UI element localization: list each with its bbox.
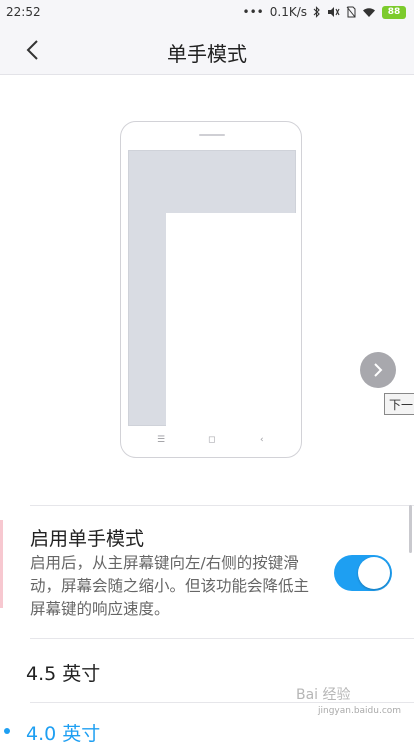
phone-screen [128, 150, 297, 427]
one-hand-mode-toggle[interactable] [334, 555, 392, 591]
divider [30, 702, 414, 703]
next-button[interactable] [360, 352, 396, 388]
page-title: 单手模式 [167, 42, 247, 66]
divider [30, 505, 414, 506]
header-divider [0, 74, 414, 75]
next-tooltip: 下一 [384, 393, 414, 415]
status-time: 22:52 [6, 5, 41, 19]
home-icon: ◻ [208, 435, 216, 445]
baidu-watermark: Bai 经验 [296, 687, 351, 703]
mute-icon [328, 7, 340, 17]
one-hand-mode-description: 启用后，从主屏幕键向左/右侧的按键滑动，屏幕会随之缩小。但该功能会降低主屏幕键的… [30, 554, 310, 618]
bluetooth-icon [313, 6, 320, 18]
wifi-icon [363, 7, 375, 17]
selected-bullet-icon [4, 728, 10, 734]
status-bar: 22:52 ••• 0.1K/s 88 [0, 0, 414, 26]
shrunken-screen [166, 213, 297, 427]
one-hand-mode-title: 启用单手模式 [30, 528, 145, 550]
phone-illustration: ☰ ◻ ‹ [120, 121, 302, 458]
left-edge-strip [0, 520, 3, 608]
size-option-4-0[interactable]: 4.0 英寸 [26, 719, 100, 746]
dots-icon: ••• [242, 5, 264, 19]
status-icons: ••• 0.1K/s 88 [243, 5, 406, 19]
back-key-icon: ‹ [260, 435, 264, 445]
no-sim-icon [346, 6, 356, 18]
menu-icon: ☰ [157, 435, 166, 445]
phone-nav-keys: ☰ ◻ ‹ [121, 435, 301, 447]
scrollbar[interactable] [409, 505, 412, 553]
toggle-knob [358, 557, 390, 589]
phone-speaker [199, 134, 225, 136]
baidu-watermark-url: jingyan.baidu.com [318, 706, 402, 716]
size-option-4-5[interactable]: 4.5 英寸 [26, 659, 100, 686]
battery-icon: 88 [382, 5, 406, 19]
divider [30, 638, 414, 639]
network-speed: 0.1K/s [269, 5, 307, 19]
chevron-right-icon [374, 363, 383, 377]
header: 单手模式 [0, 26, 414, 74]
